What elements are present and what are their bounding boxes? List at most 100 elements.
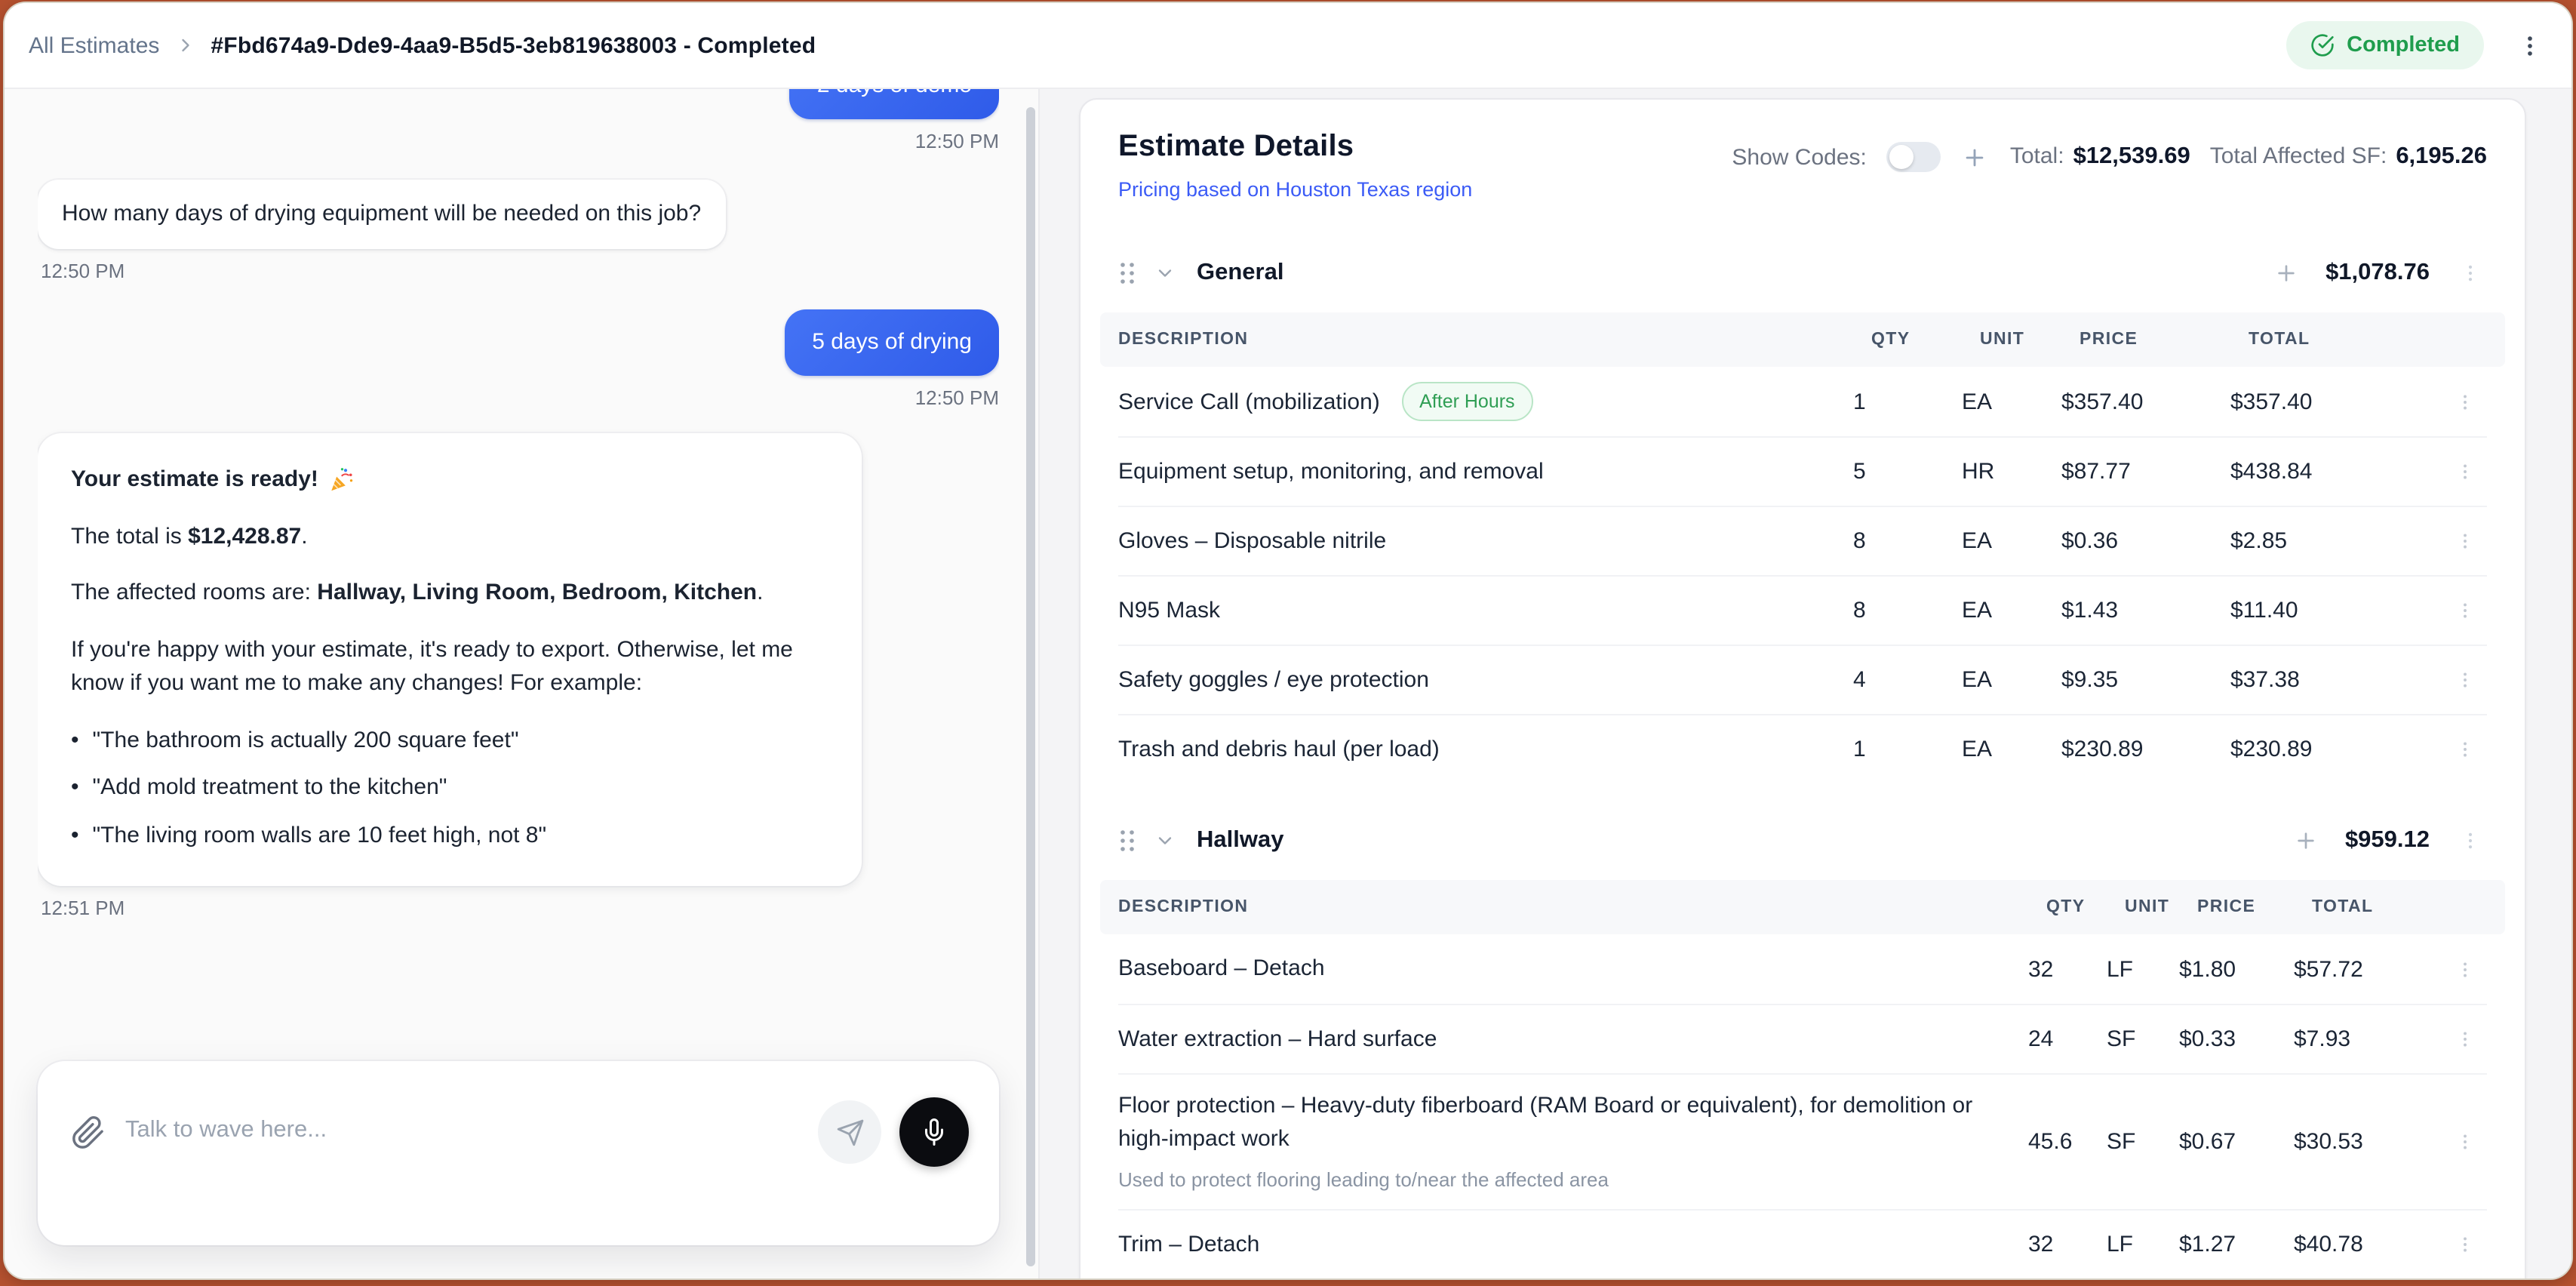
status-badge-label: Completed xyxy=(2347,33,2460,57)
row-price: $1.80 xyxy=(2179,956,2294,982)
add-section-button[interactable] xyxy=(1960,142,1990,172)
row-qty: 45.6 xyxy=(2028,1130,2107,1155)
main-split: 2 days of demo 12:50 PM How many days of… xyxy=(5,89,2571,1278)
estimate-detail-pane: Estimate Details Pricing based on Housto… xyxy=(1040,89,2571,1278)
send-button[interactable] xyxy=(818,1100,881,1164)
row-total: $37.38 xyxy=(2230,667,2439,693)
row-description: Gloves – Disposable nitrile xyxy=(1118,510,1853,574)
row-total: $357.40 xyxy=(2230,389,2439,414)
page-menu-button[interactable] xyxy=(2511,27,2547,63)
row-unit: EA xyxy=(1962,528,2061,554)
estimate-ready-heading: Your estimate is ready! xyxy=(71,463,828,497)
column-header: QTY xyxy=(1871,331,1980,349)
row-unit: LF xyxy=(2107,1232,2179,1258)
toggle-knob xyxy=(1889,145,1914,169)
row-description: Safety goggles / eye protection xyxy=(1118,649,1853,712)
chevron-down-icon[interactable] xyxy=(1154,263,1176,284)
message-timestamp: 12:50 PM xyxy=(915,130,999,152)
section-menu-button[interactable] xyxy=(2454,257,2487,290)
add-line-item-button[interactable] xyxy=(2291,826,2321,856)
estimate-controls: Show Codes: Total: $12,539.69 Total Affe… xyxy=(1732,142,2487,172)
export-hint-line: If you're happy with your estimate, it's… xyxy=(71,633,828,701)
chat-input-bar xyxy=(38,1061,999,1245)
row-menu-button[interactable] xyxy=(2448,525,2481,558)
table-header-row: DESCRIPTION QTY UNIT PRICE TOTAL xyxy=(1100,312,2505,367)
table-row: Service Call (mobilization) After Hours … xyxy=(1118,367,2487,436)
example-change-list: "The bathroom is actually 200 square fee… xyxy=(71,724,828,853)
mic-icon xyxy=(921,1118,948,1146)
check-circle-icon xyxy=(2310,33,2335,57)
message-timestamp: 12:50 PM xyxy=(915,386,999,409)
row-description: Equipment setup, monitoring, and removal xyxy=(1118,441,1853,504)
add-line-item-button[interactable] xyxy=(2271,258,2301,288)
row-unit: SF xyxy=(2107,1026,2179,1052)
show-codes-toggle[interactable] xyxy=(1886,142,1941,172)
row-description: Baseboard – Detach xyxy=(1118,938,2028,1001)
affected-rooms-line: The affected rooms are: Hallway, Living … xyxy=(71,577,828,611)
row-total: $230.89 xyxy=(2230,737,2439,762)
section-subtotal: $959.12 xyxy=(2345,827,2430,854)
column-header: UNIT xyxy=(1980,331,2080,349)
row-qty: 32 xyxy=(2028,1232,2107,1258)
status-badge: Completed xyxy=(2286,21,2484,69)
row-qty: 24 xyxy=(2028,1026,2107,1052)
show-codes-label: Show Codes: xyxy=(1732,144,1866,170)
table-header-row: DESCRIPTION QTY UNIT PRICE TOTAL xyxy=(1100,880,2505,934)
row-qty: 32 xyxy=(2028,956,2107,982)
row-subdescription: Used to protect flooring leading to/near… xyxy=(1118,1166,2007,1195)
row-unit: LF xyxy=(2107,956,2179,982)
row-qty: 8 xyxy=(1853,528,1962,554)
paperclip-icon[interactable] xyxy=(68,1112,107,1152)
chat-message-input[interactable] xyxy=(125,1100,623,1161)
breadcrumb-all-estimates[interactable]: All Estimates xyxy=(29,32,159,58)
row-qty: 1 xyxy=(1853,737,1962,762)
chat-bubble-user: 5 days of drying xyxy=(785,309,999,376)
row-total: $2.85 xyxy=(2230,528,2439,554)
column-header: TOTAL xyxy=(2249,331,2457,349)
row-description: Trim – Detach xyxy=(1118,1214,2028,1277)
row-menu-button[interactable] xyxy=(2448,594,2481,627)
table-row: Trash and debris haul (per load) 1 EA $2… xyxy=(1118,714,2487,783)
breadcrumb-current-estimate: #Fbd674a9-Dde9-4aa9-B5d5-3eb819638003 - … xyxy=(211,32,816,58)
row-total: $57.72 xyxy=(2294,956,2439,982)
estimate-total-line: The total is $12,428.87. xyxy=(71,520,828,554)
row-unit: EA xyxy=(1962,598,2061,623)
pricing-region-link[interactable]: Pricing based on Houston Texas region xyxy=(1118,178,1472,201)
table-row: Gloves – Disposable nitrile 8 EA $0.36 $… xyxy=(1118,506,2487,575)
column-header: UNIT xyxy=(2125,898,2197,916)
row-total: $7.93 xyxy=(2294,1026,2439,1052)
section-header: Hallway $959.12 xyxy=(1118,801,2487,880)
example-change-item: "The living room walls are 10 feet high,… xyxy=(71,819,828,853)
column-header: QTY xyxy=(2046,898,2125,916)
section-hallway: Hallway $959.12 xyxy=(1118,801,2487,1278)
row-menu-button[interactable] xyxy=(2448,1126,2481,1159)
chat-bubble-user-clipped: 2 days of demo xyxy=(790,89,999,119)
chat-scrollbar-thumb[interactable] xyxy=(1026,107,1035,1266)
chevron-down-icon[interactable] xyxy=(1154,830,1176,851)
row-menu-button[interactable] xyxy=(2448,1023,2481,1056)
row-menu-button[interactable] xyxy=(2448,733,2481,766)
table-row: Trim – Detach 32 LF $1.27 $40.78 xyxy=(1118,1210,2487,1278)
chat-bubble-assistant: How many days of drying equipment will b… xyxy=(38,180,725,249)
estimate-card-header: Estimate Details Pricing based on Housto… xyxy=(1118,130,2487,201)
example-change-item: "The bathroom is actually 200 square fee… xyxy=(71,724,828,758)
row-menu-button[interactable] xyxy=(2448,1229,2481,1262)
row-menu-button[interactable] xyxy=(2448,663,2481,697)
drag-handle-icon[interactable] xyxy=(1118,261,1136,285)
row-menu-button[interactable] xyxy=(2448,385,2481,418)
row-unit: HR xyxy=(1962,459,2061,485)
section-menu-button[interactable] xyxy=(2454,824,2487,857)
estimate-details-card: Estimate Details Pricing based on Housto… xyxy=(1079,98,2526,1278)
mic-button[interactable] xyxy=(899,1097,969,1167)
table-row: Water extraction – Hard surface 24 SF $0… xyxy=(1118,1004,2487,1073)
section-name: General xyxy=(1197,260,1283,287)
row-price: $0.33 xyxy=(2179,1026,2294,1052)
row-total: $438.84 xyxy=(2230,459,2439,485)
column-header: DESCRIPTION xyxy=(1118,898,2046,916)
drag-handle-icon[interactable] xyxy=(1118,829,1136,853)
message-timestamp: 12:50 PM xyxy=(41,260,124,282)
row-menu-button[interactable] xyxy=(2448,952,2481,986)
estimate-total: Total: $12,539.69 xyxy=(2010,143,2190,171)
row-menu-button[interactable] xyxy=(2448,455,2481,488)
section-header: General $1,078.76 xyxy=(1118,234,2487,312)
